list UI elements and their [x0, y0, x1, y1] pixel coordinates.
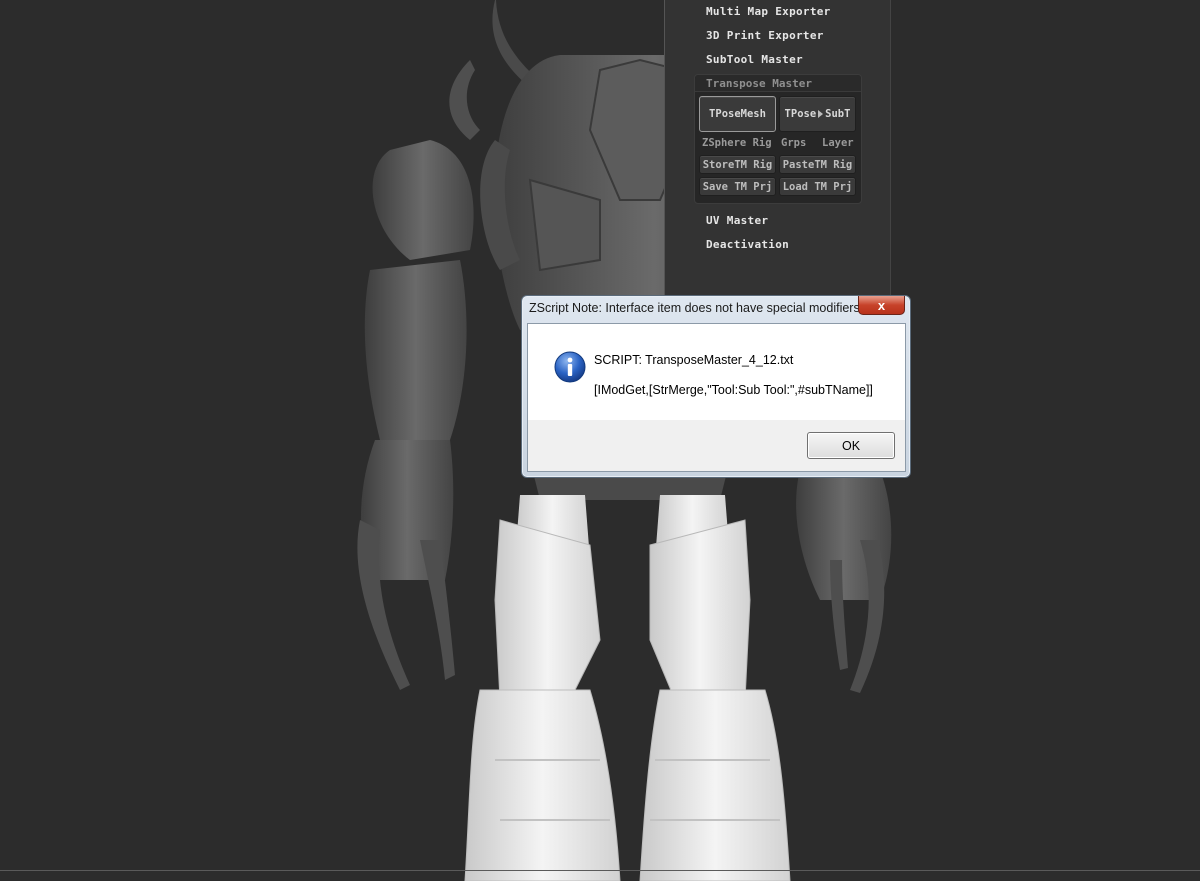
load-tm-prj-button[interactable]: Load TM Prj [779, 177, 856, 196]
transpose-master-title: Transpose Master [706, 77, 812, 90]
menu-item-uv-master[interactable]: UV Master [706, 214, 768, 227]
dialog-title: ZScript Note: Interface item does not ha… [529, 301, 864, 315]
dialog-body: SCRIPT: TransposeMaster_4_12.txt [IModGe… [527, 323, 906, 472]
save-tm-prj-button[interactable]: Save TM Prj [699, 177, 776, 196]
transpose-master-subpalette: Transpose Master TPoseMesh TPose SubT ZS… [694, 74, 862, 204]
transpose-master-header[interactable]: Transpose Master [695, 75, 861, 92]
menu-item-deactivation[interactable]: Deactivation [706, 238, 789, 251]
pastetm-rig-button[interactable]: PasteTM Rig [779, 155, 856, 174]
info-icon [554, 351, 586, 383]
menu-item-multi-map-exporter[interactable]: Multi Map Exporter [706, 5, 831, 18]
ok-button[interactable]: OK [807, 432, 895, 459]
arrow-right-icon [818, 110, 824, 118]
menu-item-subtool-master[interactable]: SubTool Master [706, 53, 803, 66]
tposemesh-button[interactable]: TPoseMesh [699, 96, 776, 132]
grps-toggle[interactable]: Grps [781, 137, 806, 149]
script-command-text: [IModGet,[StrMerge,"Tool:Sub Tool:",#sub… [594, 383, 873, 397]
dialog-message-area: SCRIPT: TransposeMaster_4_12.txt [IModGe… [528, 324, 905, 420]
close-button[interactable]: x [858, 296, 905, 315]
zsphere-rig-toggle[interactable]: ZSphere Rig [702, 137, 772, 149]
zscript-note-dialog: ZScript Note: Interface item does not ha… [521, 295, 911, 478]
menu-item-3d-print-exporter[interactable]: 3D Print Exporter [706, 29, 824, 42]
tpose-subt-button[interactable]: TPose SubT [779, 96, 856, 132]
script-name-text: SCRIPT: TransposeMaster_4_12.txt [594, 353, 794, 367]
storetm-rig-button[interactable]: StoreTM Rig [699, 155, 776, 174]
close-icon: x [877, 297, 886, 313]
tpose-subt-right-label: SubT [825, 108, 851, 120]
tpose-subt-left-label: TPose [784, 108, 817, 120]
viewport-bottom-divider [0, 870, 1200, 871]
zplugin-menu-panel: Multi Map Exporter 3D Print Exporter Sub… [664, 0, 891, 300]
layer-toggle[interactable]: Layer [822, 137, 854, 149]
